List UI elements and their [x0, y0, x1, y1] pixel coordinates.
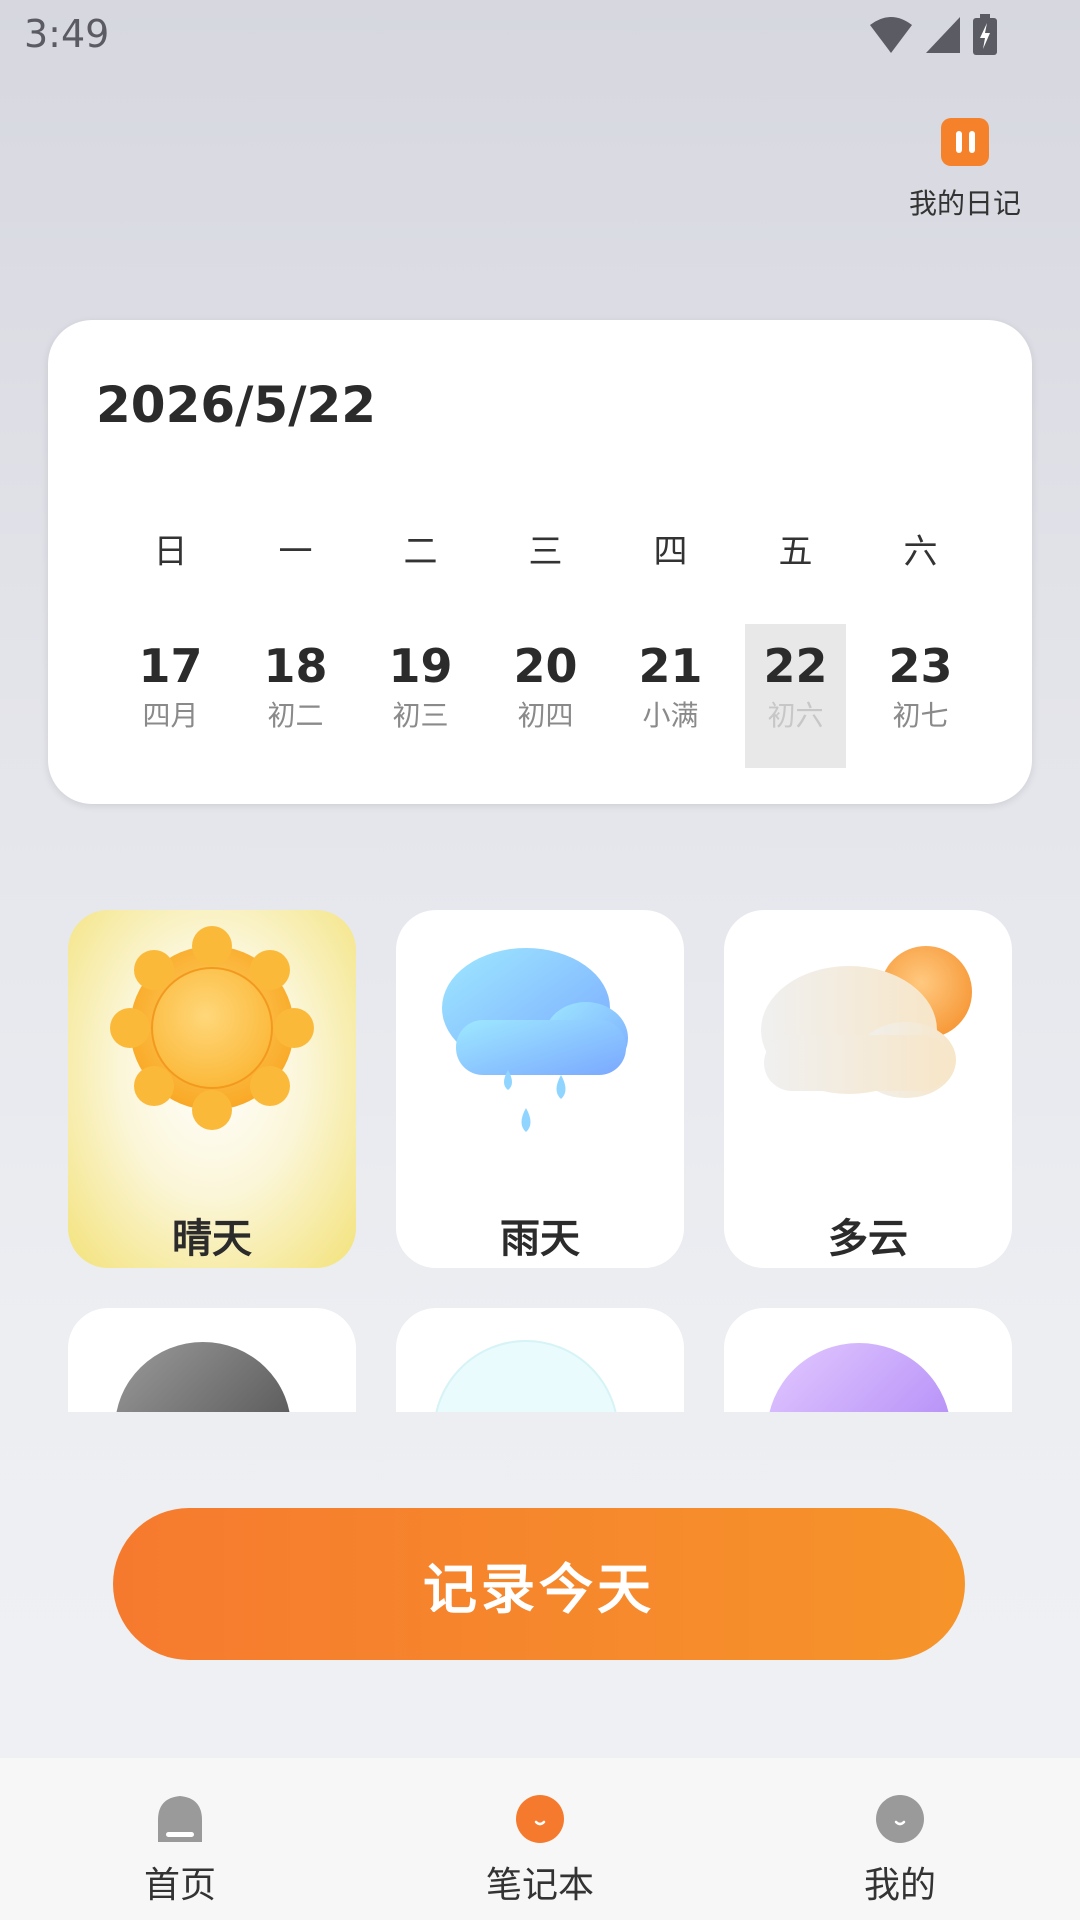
day-number: 17 [138, 639, 203, 693]
weather-option-purple[interactable] [724, 1308, 1012, 1412]
status-bar: 3:49 [0, 0, 1080, 72]
nav-label: 我的 [863, 1865, 936, 1906]
sun-icon [110, 926, 314, 1130]
rain-cloud-icon [442, 948, 628, 1132]
lunar-date: 初三 [392, 699, 449, 732]
lunar-date: 初二 [267, 699, 324, 732]
profile-icon [876, 1795, 924, 1843]
lunar-date: 初四 [517, 699, 574, 732]
cloudy-icon [761, 946, 972, 1098]
day-cell[interactable]: 17 四月 [120, 624, 221, 768]
day-cell[interactable]: 19 初三 [370, 624, 471, 768]
day-cell-selected[interactable]: 22 初六 [745, 624, 846, 768]
weekday-label: 三 [528, 532, 563, 572]
dark-cloud-icon [116, 1342, 290, 1412]
lunar-date: 小满 [642, 699, 699, 732]
weather-label: 雨天 [500, 1216, 580, 1262]
current-date: 2026/5/22 [96, 376, 377, 434]
day-number: 20 [513, 639, 578, 693]
battery-icon [973, 14, 997, 55]
weekday-label: 二 [403, 532, 438, 572]
day-number: 22 [763, 639, 828, 693]
lunar-date: 初七 [892, 699, 949, 732]
signal-icon [926, 17, 960, 53]
weekday-row: 日 一 二 三 四 五 六 [108, 524, 984, 573]
day-row: 17 四月 18 初二 19 初三 20 初四 21 小满 22 初六 23 初… [108, 624, 984, 768]
purple-cloud-icon [769, 1343, 949, 1412]
weekday-label: 四 [653, 532, 688, 572]
snow-cloud-icon [435, 1340, 617, 1412]
lunar-date: 四月 [142, 699, 199, 732]
weather-option-overcast[interactable] [68, 1308, 356, 1412]
weather-option-rainy[interactable]: 雨天 [396, 910, 684, 1268]
nav-label: 首页 [143, 1865, 216, 1906]
day-number: 18 [263, 639, 328, 693]
day-number: 19 [388, 639, 453, 693]
day-cell[interactable]: 23 初七 [870, 624, 971, 768]
day-cell[interactable]: 20 初四 [495, 624, 596, 768]
notebook-icon [516, 1795, 564, 1843]
status-icons [868, 14, 998, 56]
day-number: 21 [638, 639, 703, 693]
bottom-nav: 首页 笔记本 我的 [0, 1758, 1080, 1920]
status-time: 3:49 [24, 12, 110, 56]
diary-pause-icon [941, 118, 989, 166]
home-icon [158, 1796, 202, 1842]
weather-option-cloudy[interactable]: 多云 [724, 910, 1012, 1268]
nav-profile[interactable]: 我的 [820, 1794, 980, 1908]
weekday-label: 五 [778, 532, 813, 572]
day-cell[interactable]: 18 初二 [245, 624, 346, 768]
day-number: 23 [888, 639, 953, 693]
weekday-label: 一 [278, 532, 313, 572]
my-diary-button[interactable]: 我的日记 [900, 118, 1030, 222]
weather-row-partial [68, 1308, 1012, 1412]
day-cell[interactable]: 21 小满 [620, 624, 721, 768]
calendar-card: 2026/5/22 日 一 二 三 四 五 六 17 四月 18 初二 19 初… [48, 320, 1032, 804]
nav-notebook[interactable]: 笔记本 [460, 1794, 620, 1908]
wifi-icon [870, 17, 912, 53]
weather-option-snow[interactable] [396, 1308, 684, 1412]
weekday-label: 日 [153, 532, 188, 572]
weather-label: 晴天 [172, 1216, 252, 1262]
weekday-label: 六 [903, 532, 938, 572]
my-diary-label: 我的日记 [908, 187, 1021, 220]
record-today-button[interactable]: 记录今天 [113, 1508, 965, 1660]
nav-home[interactable]: 首页 [100, 1794, 260, 1908]
nav-label: 笔记本 [485, 1865, 594, 1906]
lunar-date: 初六 [767, 699, 824, 732]
weather-label: 多云 [828, 1216, 908, 1262]
weather-option-sunny[interactable]: 晴天 [68, 910, 356, 1268]
